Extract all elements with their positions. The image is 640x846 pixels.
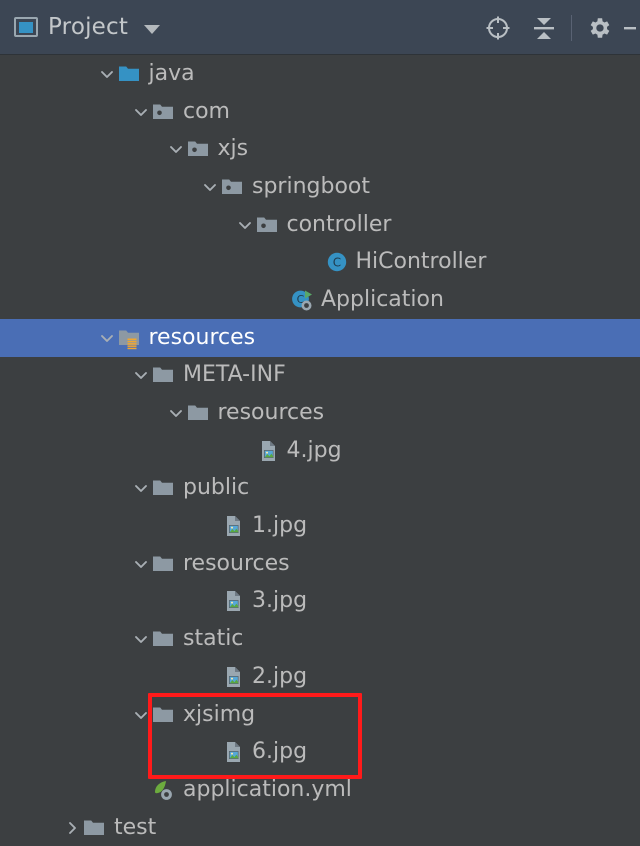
chevron-down-icon[interactable] — [144, 24, 161, 34]
chevron-down-icon[interactable] — [165, 138, 187, 160]
spring-boot-run-class-icon: C — [290, 288, 314, 312]
package-folder-icon — [256, 213, 280, 237]
tree-row[interactable]: resources — [0, 394, 640, 432]
source-root-folder-icon — [118, 62, 142, 86]
chevron-right-icon[interactable] — [61, 817, 83, 839]
image-file-icon — [221, 514, 245, 538]
chevron-down-icon[interactable] — [96, 327, 118, 349]
twisty-placeholder — [199, 590, 221, 612]
tree-row-label: 4.jpg — [286, 437, 342, 463]
tree-row-label: controller — [286, 211, 392, 237]
image-file-icon — [221, 740, 245, 764]
tree-row-label: xjs — [217, 136, 249, 162]
chevron-down-icon[interactable] — [130, 364, 152, 386]
folder-icon — [187, 401, 211, 425]
tree-row[interactable]: springboot — [0, 168, 640, 206]
tree-row-label: com — [183, 98, 230, 124]
project-toolbar-actions — [475, 0, 640, 55]
tree-row[interactable]: com — [0, 93, 640, 131]
project-window-icon — [14, 17, 38, 37]
tree-row[interactable]: xjs — [0, 130, 640, 168]
twisty-placeholder — [303, 251, 325, 273]
tree-row-label: xjsimg — [183, 701, 256, 727]
image-file-icon — [221, 589, 245, 613]
tree-row[interactable]: resources — [0, 318, 640, 357]
tree-row-label: application.yml — [183, 776, 352, 802]
chevron-down-icon[interactable] — [130, 477, 152, 499]
settings-gear-icon[interactable] — [576, 0, 622, 55]
tree-row-label: 6.jpg — [252, 739, 308, 765]
chevron-down-icon[interactable] — [199, 176, 221, 198]
tree-row[interactable]: java — [0, 55, 640, 93]
image-file-icon — [256, 439, 280, 463]
chevron-down-icon[interactable] — [96, 63, 118, 85]
folder-icon — [152, 703, 176, 727]
twisty-placeholder — [130, 779, 152, 801]
tree-row-label: HiController — [355, 249, 487, 275]
tree-row[interactable]: application.yml — [0, 771, 640, 809]
tree-row-label: test — [114, 814, 157, 840]
package-folder-icon — [152, 100, 176, 124]
spring-config-yml-icon — [152, 778, 176, 802]
chevron-down-icon[interactable] — [234, 214, 256, 236]
tree-row[interactable]: controller — [0, 206, 640, 244]
package-folder-icon — [221, 175, 245, 199]
folder-icon — [152, 552, 176, 576]
collapse-all-icon[interactable] — [521, 0, 567, 55]
tree-row-label: java — [148, 60, 195, 86]
chevron-down-icon[interactable] — [130, 704, 152, 726]
tree-row[interactable]: 3.jpg — [0, 583, 640, 621]
tree-row[interactable]: static — [0, 620, 640, 658]
tree-row[interactable]: C HiController — [0, 243, 640, 281]
project-tool-window: Project java com xjs springboot controll… — [0, 0, 640, 845]
chevron-down-icon[interactable] — [130, 628, 152, 650]
tree-row-label: 2.jpg — [252, 663, 308, 689]
twisty-placeholder — [268, 289, 290, 311]
tree-row-label: static — [183, 626, 244, 652]
tree-row-label: public — [183, 475, 250, 501]
project-tree[interactable]: java com xjs springboot controller C HiControl… — [0, 55, 640, 845]
twisty-placeholder — [199, 515, 221, 537]
tree-row-label: resources — [183, 550, 290, 576]
tree-row[interactable]: 4.jpg — [0, 432, 640, 470]
chevron-down-icon[interactable] — [165, 402, 187, 424]
chevron-down-icon[interactable] — [130, 553, 152, 575]
page-title: Project — [48, 14, 129, 40]
tree-row-label: resources — [148, 324, 256, 350]
tree-row-label: 3.jpg — [252, 588, 308, 614]
locate-icon[interactable] — [475, 0, 521, 55]
tree-row[interactable]: xjsimg — [0, 696, 640, 734]
tree-row[interactable]: 1.jpg — [0, 507, 640, 545]
java-class-icon: C — [325, 250, 349, 274]
folder-icon — [152, 476, 176, 500]
tree-row-label: Application — [321, 286, 444, 312]
tree-row-label: 1.jpg — [252, 513, 308, 539]
twisty-placeholder — [199, 741, 221, 763]
project-toolbar-title-group[interactable]: Project — [0, 14, 161, 40]
resource-root-folder-icon — [118, 326, 142, 350]
hide-icon[interactable] — [622, 0, 640, 55]
tree-row-label: META-INF — [183, 362, 286, 388]
svg-text:C: C — [332, 256, 340, 270]
twisty-placeholder — [234, 440, 256, 462]
tree-row[interactable]: C Application — [0, 281, 640, 319]
tree-row[interactable]: META-INF — [0, 357, 640, 395]
folder-icon — [152, 627, 176, 651]
tree-row-label: resources — [217, 400, 325, 426]
folder-icon — [152, 363, 176, 387]
toolbar-divider — [571, 14, 572, 41]
tree-row[interactable]: 2.jpg — [0, 658, 640, 696]
tree-row[interactable]: resources — [0, 545, 640, 583]
tree-row[interactable]: test — [0, 809, 640, 846]
tree-row[interactable]: public — [0, 470, 640, 508]
tree-row[interactable]: 6.jpg — [0, 733, 640, 771]
package-folder-icon — [187, 137, 211, 161]
folder-icon — [83, 816, 107, 840]
twisty-placeholder — [199, 666, 221, 688]
tree-row-label: springboot — [252, 173, 371, 199]
chevron-down-icon[interactable] — [130, 101, 152, 123]
project-toolbar: Project — [0, 0, 640, 55]
image-file-icon — [221, 665, 245, 689]
